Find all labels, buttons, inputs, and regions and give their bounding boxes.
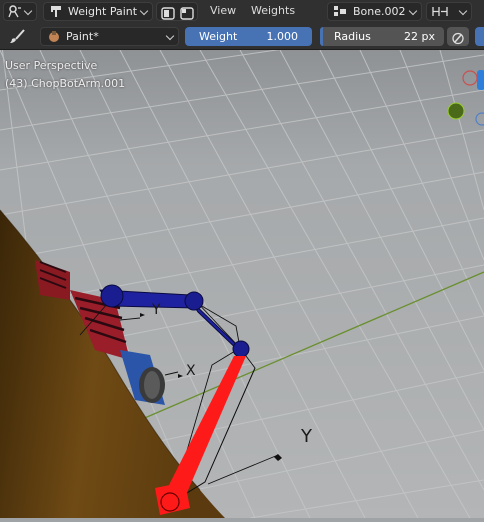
next-field-edge[interactable] <box>475 27 484 46</box>
weight-paint-icon <box>49 5 63 23</box>
mask-toggle-icon[interactable] <box>161 5 175 24</box>
3d-viewport[interactable]: Y X Y <box>0 19 484 519</box>
symmetry-icon <box>431 5 449 23</box>
symmetry-dropdown[interactable] <box>426 2 472 21</box>
bone-label: Bone.002 <box>353 5 406 18</box>
paint-mode-icon <box>8 5 22 18</box>
weight-label: Weight <box>199 30 238 43</box>
active-object-label: (43) ChopBotArm.001 <box>5 77 126 90</box>
radius-field[interactable]: Radius 22 px <box>320 27 444 46</box>
weight-field[interactable]: Weight 1.000 <box>185 27 312 46</box>
radius-value: 22 px <box>404 30 435 43</box>
axis-label-x: X <box>186 363 196 379</box>
vertex-select-icon[interactable] <box>180 5 194 24</box>
weights-menu[interactable]: Weights <box>251 4 295 17</box>
brush-tool-icon[interactable] <box>9 29 27 48</box>
radius-label: Radius <box>334 30 371 43</box>
bone-icon <box>333 5 347 23</box>
editor-type-dropdown[interactable] <box>3 2 37 21</box>
bone-dropdown[interactable]: Bone.002 <box>327 2 422 21</box>
chevron-down-icon <box>23 6 33 16</box>
viewport-scene <box>0 19 484 519</box>
radius-slider-edge <box>320 27 323 46</box>
viewport-header: Weight Paint View Weights Bone.002 <box>0 0 484 25</box>
pen-pressure-icon <box>451 30 465 49</box>
view-menu[interactable]: View <box>210 4 236 17</box>
brush-name: Paint* <box>66 30 99 43</box>
view-toggle-group <box>156 2 198 21</box>
chevron-down-icon <box>165 31 175 41</box>
navigation-gizmo-z[interactable] <box>477 70 484 90</box>
axis-label-y1: Y <box>152 302 161 318</box>
brush-dropdown[interactable]: Paint* <box>40 27 179 46</box>
perspective-label: User Perspective <box>5 59 98 72</box>
weight-value: 1.000 <box>266 30 299 43</box>
mode-dropdown[interactable]: Weight Paint <box>43 2 153 21</box>
chevron-down-icon <box>408 6 418 16</box>
brush-icon <box>47 30 61 48</box>
navigation-gizmo-x[interactable] <box>447 102 465 120</box>
pressure-toggle[interactable] <box>447 27 469 46</box>
chevron-down-icon <box>458 6 468 16</box>
axis-label-y2: Y <box>301 426 312 447</box>
chevron-down-icon <box>139 6 149 16</box>
mode-label: Weight Paint <box>68 5 138 18</box>
